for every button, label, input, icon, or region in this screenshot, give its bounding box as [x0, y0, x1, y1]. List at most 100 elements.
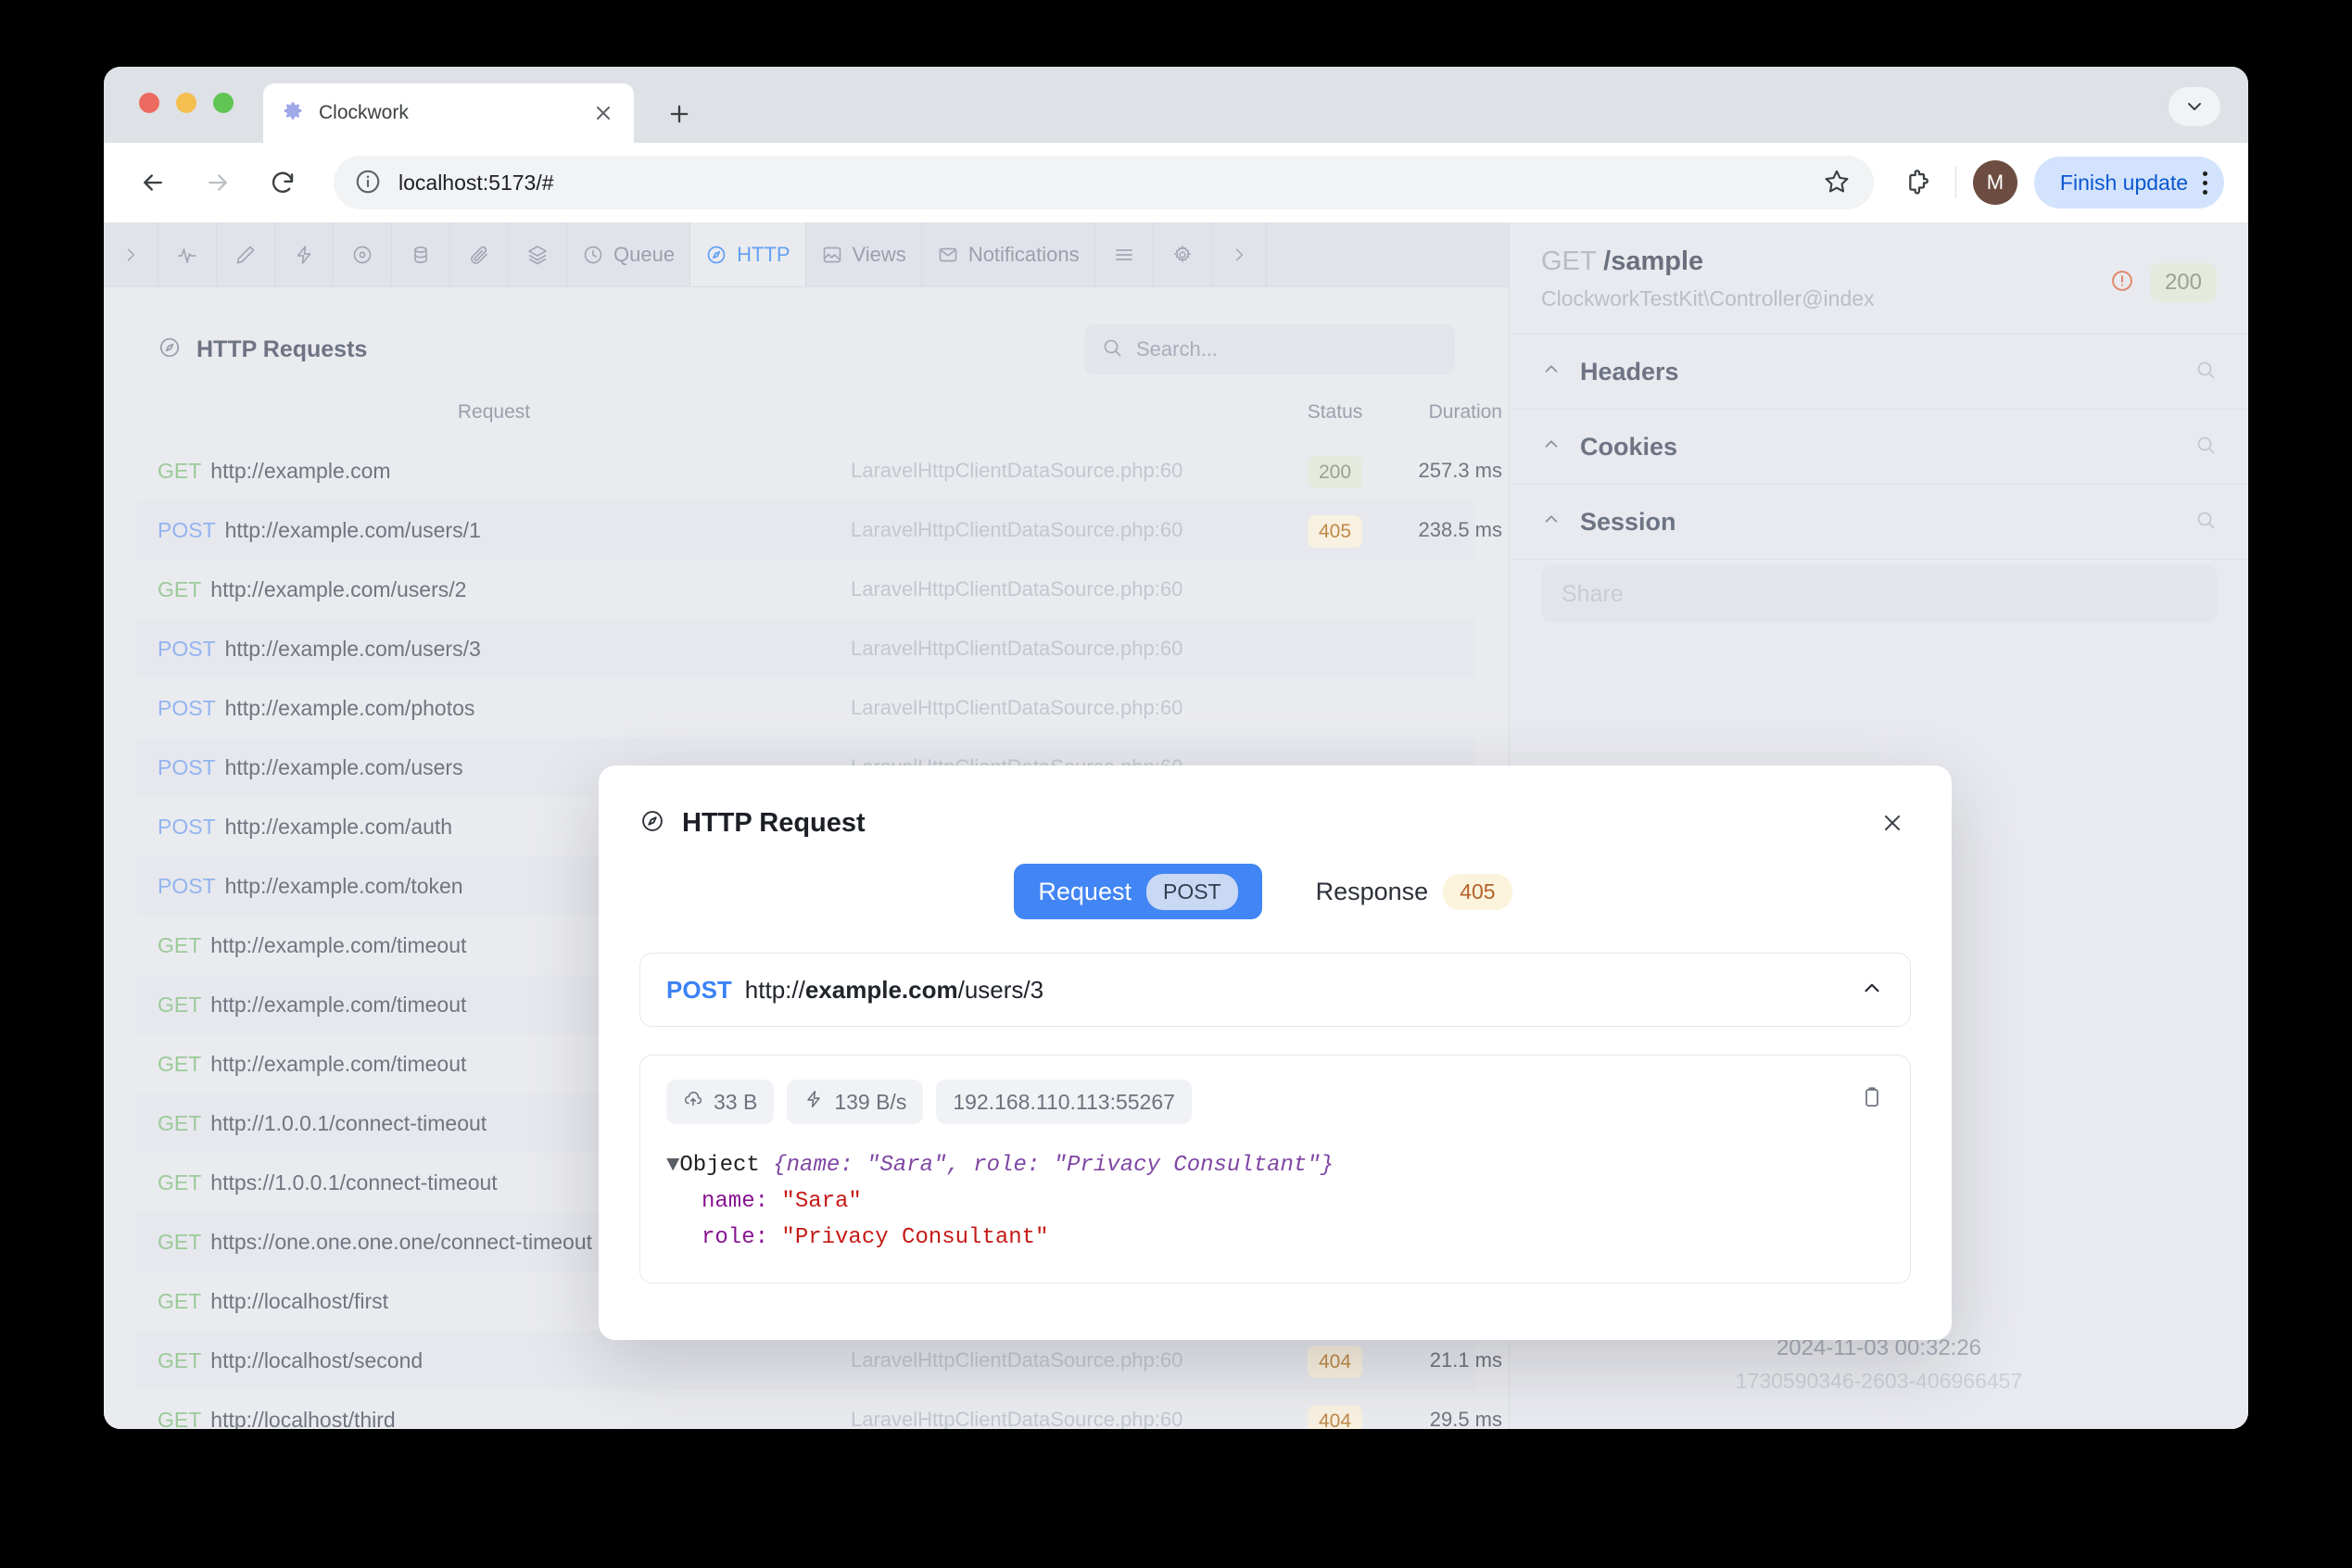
tab-views[interactable]: Views	[806, 222, 922, 286]
row-method: GET	[158, 1288, 202, 1313]
row-inspect-button[interactable]	[1502, 578, 1509, 601]
row-inspect-button[interactable]	[1502, 1349, 1509, 1372]
close-icon[interactable]	[589, 99, 617, 127]
row-method: GET	[158, 1229, 202, 1254]
status-badge: 405	[1307, 514, 1363, 548]
finish-update-button[interactable]: Finish update	[2033, 157, 2224, 209]
tabbar-scroll-right[interactable]	[1212, 222, 1267, 286]
table-row[interactable]: GET http://example.com LaravelHttpClientDa…	[137, 441, 1502, 500]
lightning-bolt-icon	[803, 1089, 824, 1115]
table-row[interactable]: GET http://example.com/users/2 LaravelHttp…	[137, 560, 1475, 619]
row-status: 404	[1286, 1404, 1384, 1429]
row-inspect-button[interactable]	[1502, 460, 1509, 482]
reload-icon[interactable]	[258, 158, 308, 208]
address-value: 192.168.110.113:55267	[953, 1089, 1175, 1114]
tab-more[interactable]	[1095, 222, 1154, 286]
tab-response-label: Response	[1315, 877, 1429, 905]
http-request-modal: HTTP Request Request POST Response 405 P…	[599, 765, 1952, 1340]
sidebar-section-headers[interactable]: Headers	[1510, 335, 2248, 410]
row-request: POST http://example.com/users/1	[137, 518, 851, 543]
compass-icon	[705, 244, 727, 266]
row-inspect-button[interactable]	[1502, 638, 1509, 660]
request-url-card[interactable]: POST http://example.com/users/3	[639, 953, 1911, 1027]
tab-log[interactable]	[217, 222, 275, 286]
tab-events[interactable]	[275, 222, 334, 286]
browser-toolbar: localhost:5173/# M Finish update	[104, 143, 2248, 222]
row-url: http://example.com	[210, 458, 391, 483]
tab-redis[interactable]	[509, 222, 567, 286]
avatar[interactable]: M	[1972, 160, 2017, 205]
envelope-icon	[937, 244, 959, 266]
tab-notifications[interactable]: Notifications	[922, 222, 1095, 286]
search-icon[interactable]	[2194, 509, 2217, 536]
forward-arrow-icon[interactable]	[193, 158, 243, 208]
address-bar[interactable]: localhost:5173/#	[334, 156, 1874, 209]
row-url: http://localhost/second	[210, 1347, 424, 1372]
search-input[interactable]: Search...	[1084, 324, 1455, 374]
request-meta-row: 33 B 139 B/s 192.168.110.113:55267	[666, 1080, 1884, 1124]
table-row[interactable]: POST http://example.com/users/3 LaravelHtt…	[137, 619, 1475, 678]
tab-settings[interactable]	[1154, 222, 1212, 286]
tabbar-scroll-left[interactable]	[104, 222, 158, 286]
star-icon[interactable]	[1822, 167, 1853, 198]
tab-cache[interactable]	[334, 222, 392, 286]
sidebar-section-cookies[interactable]: Cookies	[1510, 410, 2248, 485]
status-badge: 200	[2149, 263, 2217, 302]
new-tab-button[interactable]	[660, 95, 699, 133]
request-url-path: /users/3	[957, 975, 1044, 1004]
request-url-host: example.com	[804, 975, 958, 1004]
tab-response[interactable]: Response 405	[1292, 864, 1536, 919]
puzzle-piece-icon[interactable]	[1894, 160, 1939, 205]
sidebar-route-path: /sample	[1603, 247, 1704, 276]
tab-models[interactable]	[450, 222, 509, 286]
back-arrow-icon[interactable]	[128, 158, 178, 208]
search-icon[interactable]	[2194, 434, 2217, 461]
tab-performance[interactable]	[158, 222, 217, 286]
sidebar-route-method: GET	[1541, 247, 1597, 276]
modal-title: HTTP Request	[682, 807, 866, 838]
share-button[interactable]: Share	[1541, 565, 2218, 623]
row-url: http://example.com/photos	[224, 695, 475, 720]
kebab-menu-icon[interactable]	[2203, 171, 2207, 195]
tab-queue-label: Queue	[613, 242, 676, 266]
tab-views-label: Views	[852, 242, 906, 266]
tab-queue[interactable]: Queue	[567, 222, 691, 286]
row-inspect-button[interactable]	[1502, 519, 1509, 541]
row-url: https://one.one.one.one/connect-timeout	[210, 1229, 593, 1254]
row-inspect-button[interactable]	[1502, 1409, 1509, 1429]
target-record-icon	[351, 244, 373, 266]
close-window-button[interactable]	[139, 93, 159, 113]
payload-summary-line[interactable]: ▼Object {name: "Sara", role: "Privacy Co…	[666, 1148, 1884, 1184]
chevron-down-icon[interactable]	[2169, 87, 2220, 126]
row-duration: 21.1 ms	[1429, 1348, 1502, 1372]
size-value: 33 B	[714, 1089, 758, 1114]
minimize-window-button[interactable]	[176, 93, 196, 113]
clipboard-icon[interactable]	[1860, 1085, 1884, 1114]
row-inspect-button[interactable]	[1502, 697, 1509, 719]
tab-database[interactable]	[392, 222, 450, 286]
row-url: http://example.com/users/3	[224, 636, 481, 661]
paperclip-icon	[468, 244, 490, 266]
table-row[interactable]: GET http://localhost/third LaravelHttpClie…	[137, 1390, 1502, 1429]
row-method: GET	[158, 1170, 202, 1195]
tab-http[interactable]: HTTP	[690, 222, 806, 286]
row-method: GET	[158, 1347, 202, 1372]
chevron-up-icon	[1541, 509, 1562, 535]
table-row[interactable]: POST http://example.com/photos LaravelHttp…	[137, 678, 1475, 738]
alert-circle-icon	[2109, 268, 2135, 298]
sidebar-section-session[interactable]: Session	[1510, 485, 2248, 560]
close-icon[interactable]	[1874, 804, 1911, 841]
payload-summary: {name: "Sara", role: "Privacy Consultant…	[773, 1153, 1334, 1178]
search-icon[interactable]	[2194, 359, 2217, 386]
table-row[interactable]: POST http://example.com/users/1 LaravelHtt…	[137, 500, 1502, 560]
finish-update-label: Finish update	[2059, 170, 2188, 195]
triangle-down-icon[interactable]: ▼	[666, 1153, 679, 1178]
browser-tabstrip: Clockwork	[104, 67, 2248, 143]
maximize-window-button[interactable]	[213, 93, 234, 113]
tab-request[interactable]: Request POST	[1014, 864, 1262, 919]
info-circle-icon[interactable]	[354, 168, 384, 197]
chevron-up-icon[interactable]	[1860, 976, 1884, 1005]
browser-window: Clockwork localhost:5173/# M Finish upda…	[104, 67, 2248, 1429]
row-request: GET http://example.com	[137, 459, 851, 484]
browser-tab[interactable]: Clockwork	[263, 83, 634, 143]
